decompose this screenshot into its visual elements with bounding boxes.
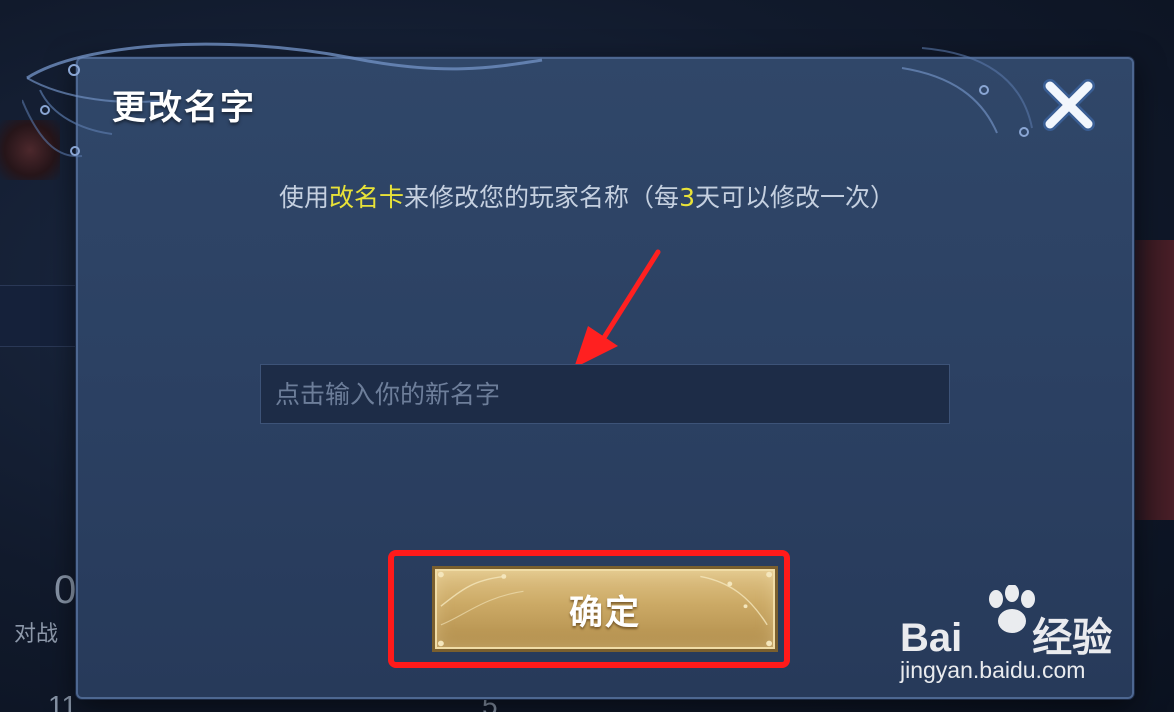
confirm-label: 确定 [569, 592, 641, 633]
description-text-3: 天可以修改一次） [694, 183, 895, 212]
description-text-2: 来修改您的玩家名称（每 [404, 183, 680, 212]
dialog-title: 更改名字 [112, 88, 256, 128]
background-label: 对战 [14, 622, 59, 647]
confirm-button[interactable]: 确定 [432, 566, 778, 652]
background-stat: 0 [54, 568, 77, 612]
new-name-input[interactable] [260, 364, 950, 424]
background-stat-bottom: 11 [48, 690, 78, 712]
baidu-watermark: Bai 经验 jingyan.baidu.com [900, 585, 1130, 695]
watermark-brand-suffix: 经验 [1032, 616, 1113, 660]
background-band [0, 285, 80, 347]
description-text-1: 使用 [279, 183, 330, 212]
close-icon [1043, 79, 1095, 131]
rename-description: 使用改名卡来修改您的玩家名称（每3天可以修改一次） [0, 178, 1174, 214]
watermark-brand: Bai 经验 [900, 605, 1112, 663]
background-art-left [0, 120, 60, 180]
annotation-arrow [574, 249, 661, 368]
watermark-url: jingyan.baidu.com [900, 657, 1086, 683]
close-button[interactable] [1038, 74, 1100, 136]
rename-card-highlight: 改名卡 [329, 183, 405, 212]
watermark-brand-latin: Bai [900, 616, 963, 660]
days-highlight: 3 [679, 183, 695, 212]
